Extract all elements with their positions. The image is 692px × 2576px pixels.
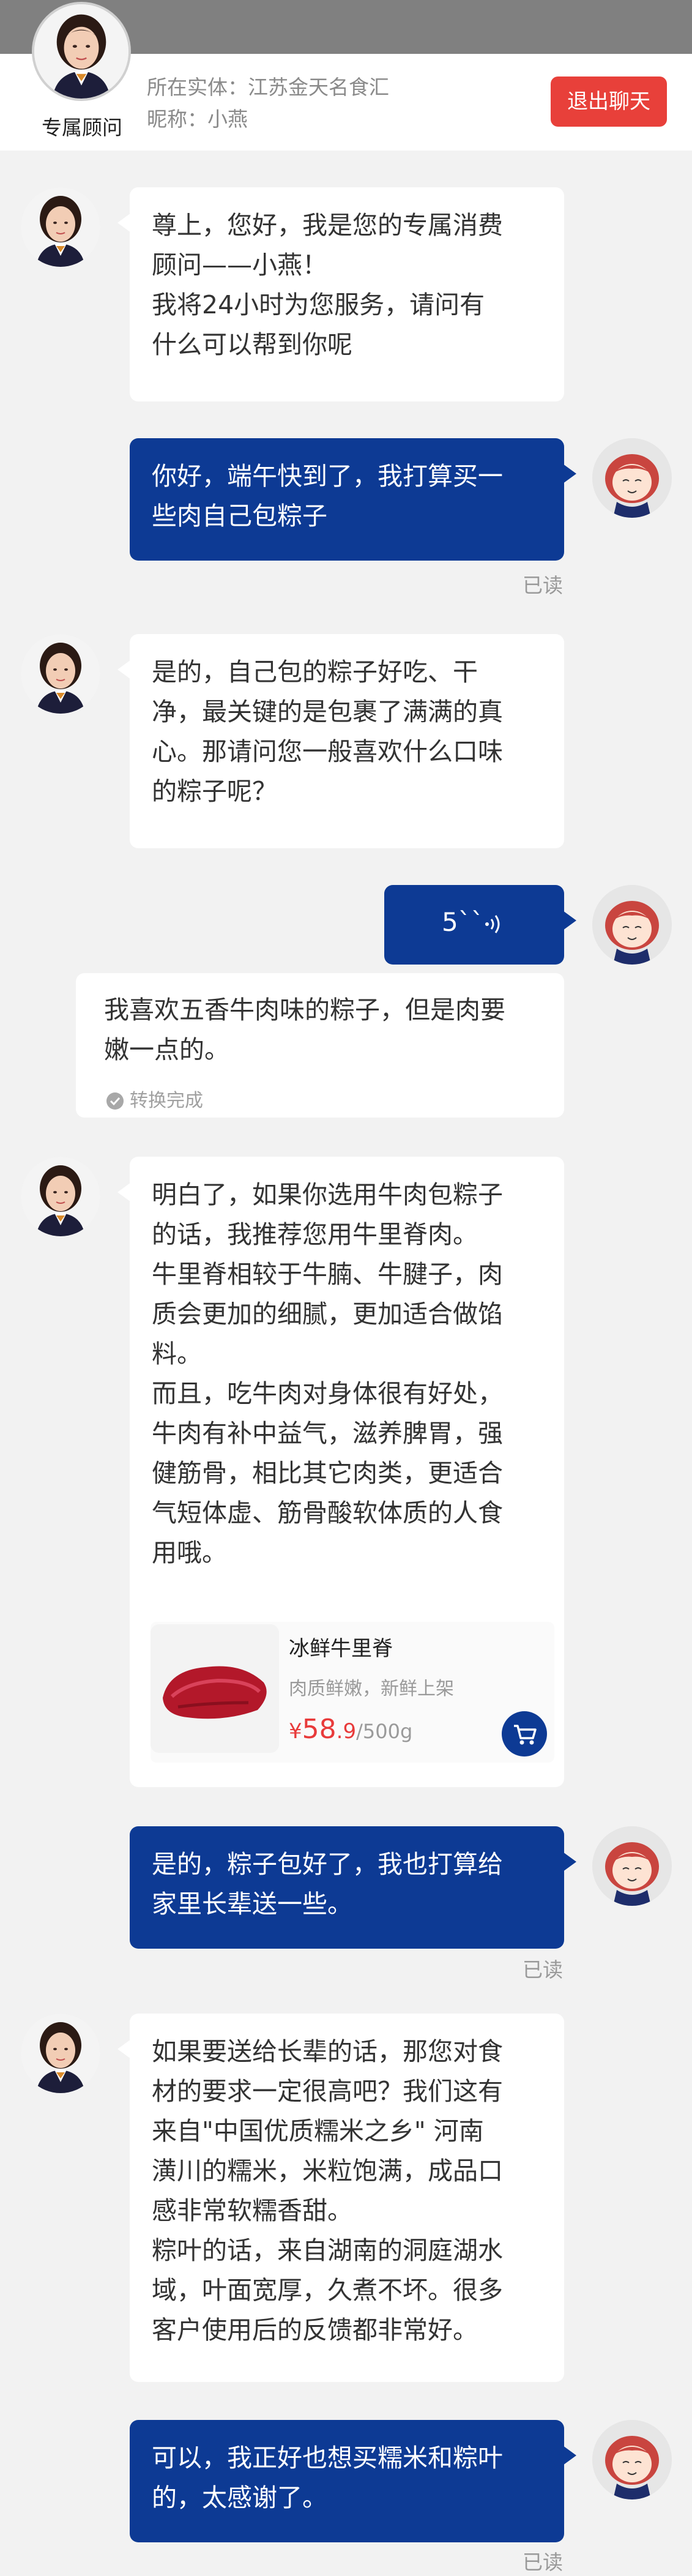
message-line: 尊上，您好，我是您的专属消费 (152, 211, 503, 240)
price-decimal: .9 (336, 1719, 357, 1744)
check-circle-icon (106, 1092, 124, 1110)
consultant-message: 尊上，您好，我是您的专属消费 顾问——小燕！ 我将24小时为您服务，请问有 什么… (117, 187, 564, 401)
voice-wave-icon (485, 915, 500, 933)
message-line: 如果要送给长辈的话，那您对食 (152, 2037, 503, 2066)
voice-message[interactable]: 5`` (384, 885, 576, 965)
user-cartoon-avatar (592, 438, 672, 518)
message-line: 净，最关键的是包裹了满满的真 (152, 697, 503, 726)
price-integer: 58 (302, 1714, 337, 1745)
user-cartoon-avatar (592, 885, 672, 965)
message-line: 料。 (152, 1339, 202, 1368)
message-line: 可以，我正好也想买糯米和粽叶 (152, 2443, 503, 2473)
cart-icon (514, 1725, 537, 1745)
user-avatar[interactable] (592, 885, 672, 965)
voice-duration: 5`` (442, 907, 484, 937)
message-line: 域，叶面宽厚，久煮不坏。很多 (152, 2275, 503, 2305)
consultant-avatar-small[interactable] (21, 2014, 100, 2093)
consultant-avatar-small[interactable] (21, 1157, 100, 1236)
message-line: 材的要求一定很高吧？我们这有 (152, 2077, 503, 2106)
consultant-avatar[interactable] (32, 2, 131, 101)
user-cartoon-avatar (592, 1826, 672, 1906)
consultant-label: 专属顾问 (42, 116, 122, 140)
message-line: 的粽子呢？ (152, 777, 277, 806)
message-line: 心。那请问您一般喜欢什么口味 (152, 737, 503, 766)
entity-value: 江苏金天名食汇 (248, 75, 389, 99)
conversion-status-text: 转换完成 (130, 1090, 203, 1111)
message-line: 的，太感谢了。 (152, 2483, 327, 2512)
read-status: 已读 (523, 1958, 563, 1982)
transcript-line: 我喜欢五香牛肉味的粽子，但是肉要 (104, 995, 505, 1025)
consultant-avatar-small[interactable] (21, 187, 100, 267)
read-status: 已读 (523, 573, 563, 597)
message-line: 客户使用后的反馈都非常好。 (152, 2315, 478, 2345)
product-name: 冰鲜牛里脊 (289, 1637, 393, 1661)
message-line: 的话，我推荐您用牛里脊肉。 (152, 1220, 478, 1249)
user-message: 是的，粽子包好了，我也打算给 家里长辈送一些。 (130, 1826, 576, 1949)
consultant-photo (21, 187, 100, 267)
message-line: 潢川的糯米，米粒饱满，成品口 (152, 2156, 503, 2186)
message-line: 气短体虚、筋骨酸软体质的人食 (152, 1498, 503, 1528)
nickname-info: 昵称：小燕 (147, 103, 248, 132)
user-message: 可以，我正好也想买糯米和粽叶 的，太感谢了。 (130, 2420, 576, 2542)
consultant-photo (34, 4, 128, 99)
user-message: 你好，端午快到了，我打算买一 些肉自己包粽子 (130, 438, 576, 561)
consultant-photo (21, 2014, 100, 2093)
message-line: 来自"中国优质糯米之乡" 河南 (152, 2116, 484, 2146)
consultant-message: 如果要送给长辈的话，那您对食 材的要求一定很高吧？我们这有 来自"中国优质糯米之… (117, 2014, 564, 2382)
user-avatar[interactable] (592, 2420, 672, 2499)
consultant-message: 是的，自己包的粽子好吃、干 净，最关键的是包裹了满满的真 心。那请问您一般喜欢什… (117, 634, 564, 848)
message-line: 顾问——小燕！ (152, 250, 327, 280)
transcript-line: 嫩一点的。 (104, 1035, 229, 1064)
consultant-photo (21, 634, 100, 714)
message-line: 牛肉有补中益气，滋养脾胃，强 (152, 1419, 503, 1448)
nickname-label: 昵称： (147, 107, 207, 131)
message-line: 健筋骨，相比其它肉类，更适合 (152, 1458, 503, 1488)
add-to-cart-button[interactable] (502, 1711, 547, 1757)
product-image[interactable] (151, 1624, 279, 1753)
read-status: 已读 (523, 2550, 563, 2574)
message-line: 而且，吃牛肉对身体很有好处， (152, 1379, 503, 1408)
message-line: 明白了，如果你选用牛肉包粽子 (152, 1180, 503, 1209)
entity-label: 所在实体： (147, 75, 248, 99)
product-card[interactable]: 冰鲜牛里脊 肉质鲜嫩，新鲜上架 ¥58.9/500g (151, 1622, 554, 1763)
price-unit: /500g (356, 1720, 413, 1743)
voice-transcript: 我喜欢五香牛肉味的粽子，但是肉要 嫩一点的。 转换完成 (76, 973, 564, 1118)
message-line: 粽叶的话，来自湖南的洞庭湖水 (152, 2236, 503, 2265)
product-description: 肉质鲜嫩，新鲜上架 (289, 1678, 454, 1700)
message-line: 你好，端午快到了，我打算买一 (152, 461, 503, 491)
conversion-status: 转换完成 (105, 1081, 203, 1121)
message-line: 感非常软糯香甜。 (152, 2196, 352, 2225)
message-line: 些肉自己包粽子 (152, 501, 327, 531)
message-line: 我将24小时为您服务，请问有 (152, 290, 485, 319)
beef-tenderloin-image (151, 1624, 279, 1753)
message-line: 用哦。 (152, 1538, 227, 1567)
product-price: ¥58.9/500g (289, 1714, 412, 1745)
message-line: 是的，自己包的粽子好吃、干 (152, 657, 478, 687)
message-line: 家里长辈送一些。 (152, 1889, 352, 1919)
message-line: 牛里脊相较于牛腩、牛腱子，肉 (152, 1260, 503, 1289)
user-avatar[interactable] (592, 1826, 672, 1906)
price-currency: ¥ (289, 1719, 302, 1744)
nickname-value: 小燕 (207, 107, 248, 131)
consultant-photo (21, 1157, 100, 1236)
exit-chat-button[interactable]: 退出聊天 (551, 77, 667, 127)
message-line: 质会更加的细腻，更加适合做馅 (152, 1299, 503, 1329)
user-cartoon-avatar (592, 2420, 672, 2499)
entity-info: 所在实体：江苏金天名食汇 (147, 71, 389, 100)
consultant-avatar-small[interactable] (21, 634, 100, 714)
user-avatar[interactable] (592, 438, 672, 518)
message-line: 是的，粽子包好了，我也打算给 (152, 1850, 503, 1879)
message-line: 什么可以帮到你呢 (152, 330, 352, 359)
